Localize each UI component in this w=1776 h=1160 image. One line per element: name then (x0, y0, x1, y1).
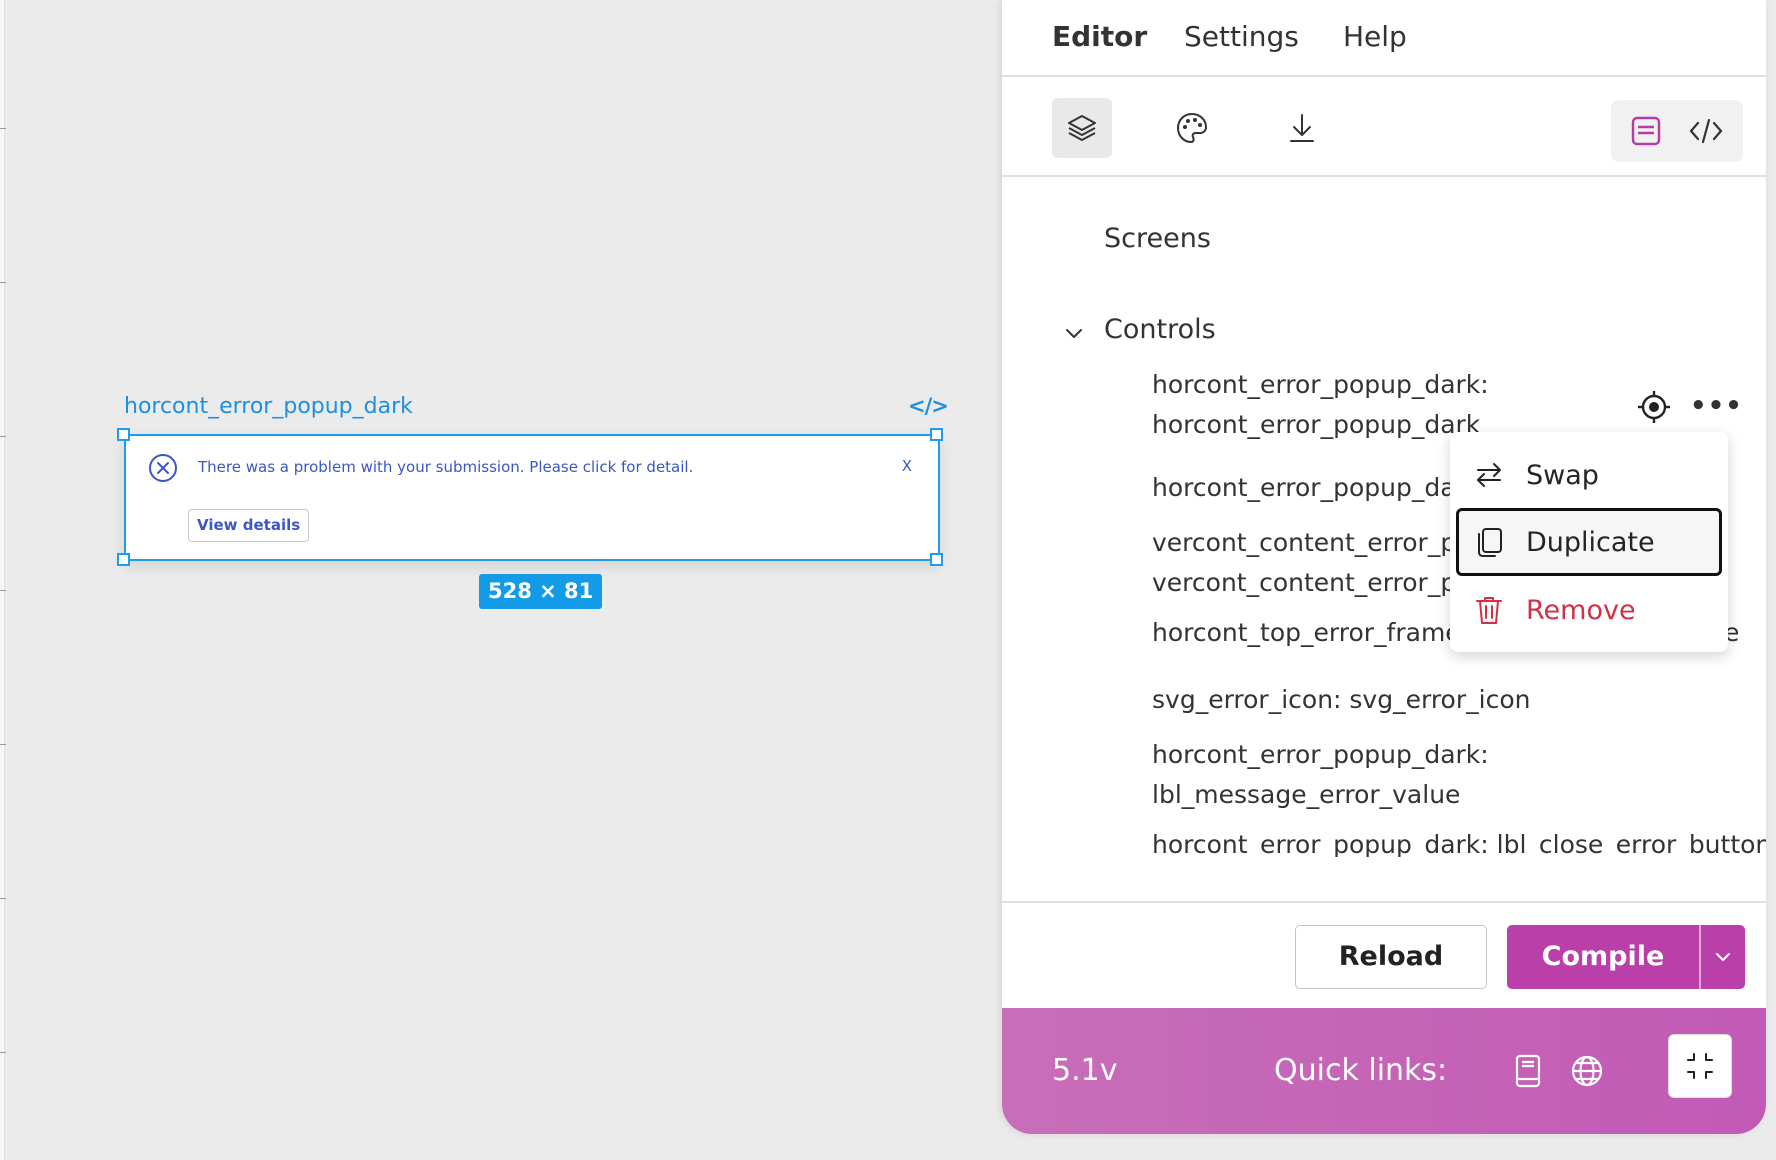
tree-item-label: horcont_error_popup_dark: lbl_close_erro… (1152, 830, 1766, 857)
form-view-icon (1631, 116, 1661, 146)
error-circle-x-icon (149, 454, 177, 482)
collapse-icon (1687, 1053, 1713, 1079)
panel-toolbar (1002, 77, 1766, 177)
resize-handle-top-right[interactable] (930, 428, 943, 441)
tree-item-label: lbl_message_error_value (1152, 780, 1461, 809)
swap-menu-item[interactable]: Swap (1456, 441, 1722, 509)
ruler-tick (0, 128, 6, 129)
palette-icon (1176, 112, 1208, 144)
tree-item[interactable]: horcont_error_popup_dark: horcont_error_… (1152, 365, 1489, 445)
version-label: 5.1v (1052, 1053, 1118, 1088)
ruler-tick (0, 590, 6, 591)
trash-icon (1472, 593, 1506, 627)
size-badge: 528 × 81 (479, 574, 603, 609)
code-view-button[interactable] (1686, 111, 1726, 151)
selected-component-name[interactable]: horcont_error_popup_dark (124, 394, 413, 419)
tree-item-label: horcont_error_popup_dark (1152, 473, 1481, 502)
chevron-down-icon[interactable] (1064, 324, 1084, 344)
popup-close-button[interactable]: X (902, 457, 912, 475)
tree-item-label: vercont_content_error_pop (1152, 568, 1488, 597)
tree-item[interactable]: horcont_error_popup_dark (1152, 468, 1480, 508)
tree-item[interactable]: vercont_content_error_pop vercont_conten… (1152, 523, 1487, 603)
tree-item[interactable]: horcont_top_error_frame: (1152, 613, 1469, 653)
context-menu: Swap Duplicate Remove (1450, 432, 1728, 652)
tree-item[interactable]: horcont_error_popup_dark: lbl_close_erro… (1152, 825, 1766, 857)
menu-help[interactable]: Help (1343, 20, 1407, 53)
docs-book-icon[interactable] (1510, 1053, 1546, 1089)
form-view-button[interactable] (1626, 111, 1666, 151)
view-details-button[interactable]: View details (188, 509, 310, 542)
remove-label: Remove (1526, 594, 1636, 626)
menu-editor[interactable]: Editor (1052, 20, 1147, 53)
swap-label: Swap (1526, 459, 1599, 491)
status-bar: 5.1v Quick links: (1002, 1008, 1766, 1134)
ruler-tick (0, 744, 6, 745)
locate-target-icon[interactable] (1636, 389, 1672, 425)
reload-button[interactable]: Reload (1295, 925, 1487, 989)
layers-button[interactable] (1052, 98, 1112, 158)
tree-item[interactable]: horcont_error_popup_dark: lbl_message_er… (1152, 735, 1489, 815)
swap-icon (1472, 458, 1506, 492)
tree-screens[interactable]: Screens (1104, 223, 1211, 254)
error-message: There was a problem with your submission… (198, 458, 694, 476)
ruler-tick (0, 436, 6, 437)
tree-item[interactable]: svg_error_icon: svg_error_icon (1152, 680, 1530, 720)
tree-item-label: horcont_top_error_frame: (1152, 618, 1470, 647)
tree-item-label: horcont_error_popup_dark: (1152, 370, 1489, 399)
layers-tree: Screens Controls horcont_error_popup_dar… (1002, 179, 1766, 857)
remove-menu-item[interactable]: Remove (1456, 576, 1722, 644)
code-view-icon (1689, 118, 1723, 144)
compile-button[interactable]: Compile (1507, 925, 1699, 989)
tree-item-label: vercont_content_error_pop (1152, 528, 1488, 557)
design-canvas[interactable]: horcont_error_popup_dark </> There was a… (0, 0, 1002, 1160)
globe-icon[interactable] (1569, 1053, 1605, 1089)
tree-controls[interactable]: Controls (1104, 314, 1216, 345)
view-toggle (1611, 100, 1743, 162)
palette-button[interactable] (1162, 98, 1222, 158)
compile-button-group: Compile (1507, 925, 1745, 989)
ruler-tick (0, 282, 6, 283)
more-options-icon[interactable]: ••• (1690, 393, 1743, 419)
tree-item-label: svg_error_icon: svg_error_icon (1152, 685, 1531, 714)
quick-links-label: Quick links: (1274, 1053, 1448, 1088)
menu-settings[interactable]: Settings (1184, 20, 1299, 53)
ruler-tick (0, 898, 6, 899)
collapse-panel-button[interactable] (1668, 1034, 1732, 1098)
error-popup-preview[interactable]: There was a problem with your submission… (124, 434, 940, 561)
tree-item-label: horcont_error_popup_dark: (1152, 740, 1489, 769)
download-button[interactable] (1272, 98, 1332, 158)
layers-icon (1068, 115, 1096, 141)
compile-dropdown-button[interactable] (1701, 925, 1745, 989)
duplicate-icon (1472, 525, 1506, 559)
download-icon (1290, 114, 1314, 142)
duplicate-menu-item[interactable]: Duplicate (1456, 508, 1722, 576)
resize-handle-top-left[interactable] (117, 428, 130, 441)
tree-item-label: horcont_error_popup_dark (1152, 410, 1481, 439)
canvas-ruler (0, 0, 5, 1160)
ruler-tick (0, 1052, 6, 1053)
panel-menu: Editor Settings Help (1002, 0, 1766, 77)
resize-handle-bottom-left[interactable] (117, 553, 130, 566)
resize-handle-bottom-right[interactable] (930, 553, 943, 566)
editor-panel: Editor Settings Help Screens Controls ho… (1002, 0, 1766, 1134)
code-icon[interactable]: </> (908, 394, 949, 418)
chevron-down-icon (1716, 953, 1730, 961)
action-bar: Reload Compile (1002, 901, 1766, 1007)
duplicate-label: Duplicate (1526, 526, 1655, 558)
